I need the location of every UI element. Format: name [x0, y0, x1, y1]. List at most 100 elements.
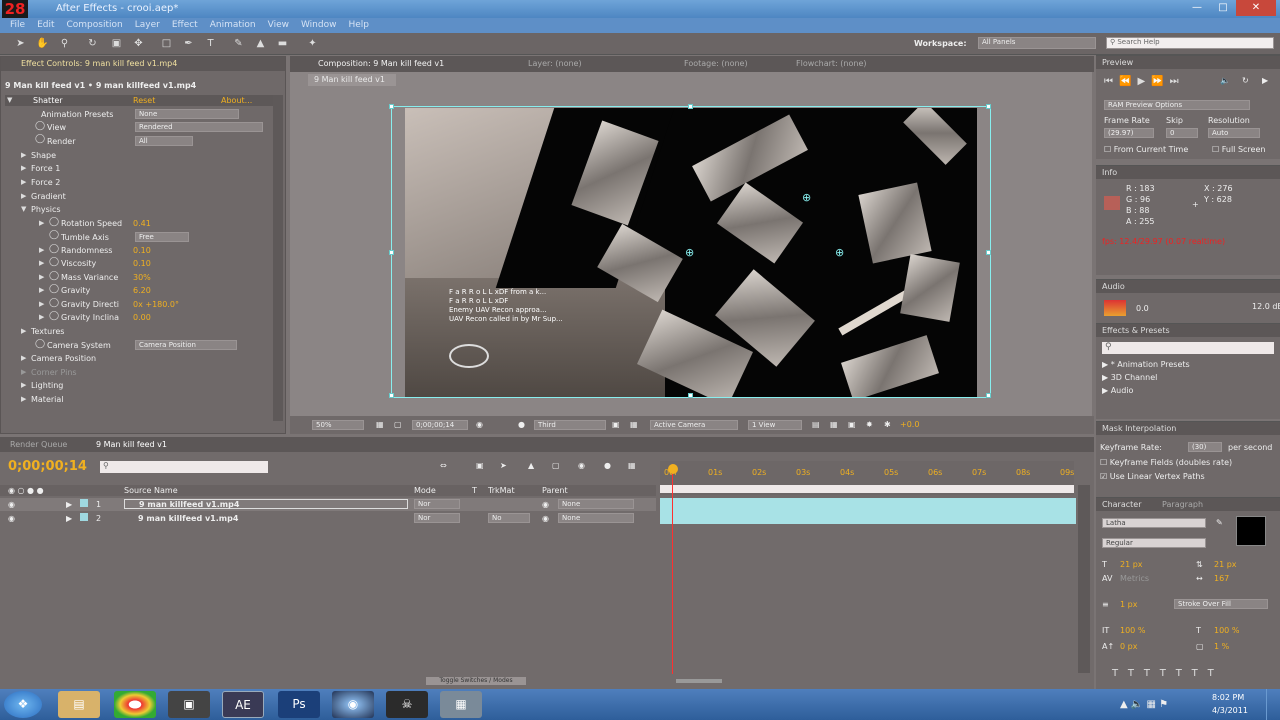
brainstorm-icon[interactable]: ●	[604, 461, 611, 470]
menu-file[interactable]: File	[4, 18, 31, 33]
effect-name[interactable]: Shatter	[33, 96, 63, 105]
close-button[interactable]: ✕	[1236, 0, 1276, 16]
stopwatch-icon[interactable]: ◯	[49, 230, 59, 240]
frame-blending-icon[interactable]: ▢	[552, 461, 560, 470]
search-help-input[interactable]: ⚲ Search Help	[1106, 37, 1274, 49]
leading-value[interactable]: 21 px	[1214, 560, 1237, 569]
group-gradient[interactable]: Gradient	[31, 192, 66, 201]
viscosity-value[interactable]: 0.10	[133, 259, 151, 268]
mass-variance-value[interactable]: 30%	[133, 273, 151, 282]
group-corner-pins[interactable]: Corner Pins	[31, 368, 77, 377]
playhead-handle[interactable]	[668, 464, 678, 474]
label-color-swatch[interactable]	[80, 499, 88, 507]
comp-mini-flowchart-icon[interactable]: ⇔	[440, 461, 447, 470]
parent-dropdown[interactable]: None	[558, 513, 634, 523]
tab-character[interactable]: Character	[1102, 500, 1142, 509]
stopwatch-icon[interactable]: ◯	[35, 134, 45, 144]
stopwatch-icon[interactable]: ◯	[49, 298, 59, 308]
game-icon[interactable]: ☠	[386, 691, 428, 718]
menu-edit[interactable]: Edit	[31, 18, 60, 33]
playhead[interactable]	[672, 464, 673, 674]
expand-icon[interactable]: ▶	[21, 354, 26, 362]
reset-exposure-icon[interactable]: ✱	[884, 420, 891, 429]
effects-search-input[interactable]: ⚲	[1102, 342, 1274, 354]
tray-date[interactable]: 4/3/2011	[1212, 706, 1248, 715]
tumble-axis-dropdown[interactable]: Free	[135, 232, 189, 242]
keyframe-fields-checkbox[interactable]: ☐ Keyframe Fields (doubles rate)	[1100, 458, 1232, 467]
ram-preview-icon[interactable]: ▶	[1262, 76, 1268, 85]
grid-icon[interactable]: ▦	[376, 420, 384, 429]
playback-controls[interactable]: ⏮⏪▶⏩⏭	[1104, 76, 1185, 87]
group-textures[interactable]: Textures	[31, 327, 64, 336]
transform-handle[interactable]	[688, 393, 693, 398]
randomness-value[interactable]: 0.10	[133, 246, 151, 255]
expand-icon[interactable]: ▶	[21, 178, 26, 186]
linear-vertex-checkbox[interactable]: ☑ Use Linear Vertex Paths	[1100, 472, 1205, 481]
menu-layer[interactable]: Layer	[129, 18, 166, 33]
tracking-value[interactable]: 167	[1214, 574, 1229, 583]
col-mode[interactable]: Mode	[414, 486, 436, 495]
group-force-1[interactable]: Force 1	[31, 164, 60, 173]
expand-icon[interactable]: ▶	[39, 246, 44, 254]
tray-time[interactable]: 8:02 PM	[1212, 693, 1244, 702]
font-size-value[interactable]: 21 px	[1120, 560, 1143, 569]
render-dropdown[interactable]: All	[135, 136, 193, 146]
tsume-value[interactable]: 1 %	[1214, 642, 1229, 651]
anchor-point-icon[interactable]: ⊕	[685, 246, 694, 259]
visibility-icon[interactable]: ◉	[8, 514, 15, 523]
maximize-button[interactable]: □	[1210, 0, 1236, 16]
col-parent[interactable]: Parent	[542, 486, 568, 495]
brush-tool-icon[interactable]: ✎	[232, 37, 245, 50]
stopwatch-icon[interactable]: ◯	[49, 257, 59, 267]
pan-behind-tool-icon[interactable]: ✥	[132, 37, 145, 50]
transform-handle[interactable]	[986, 393, 991, 398]
transform-handle[interactable]	[986, 250, 991, 255]
expand-icon[interactable]: ▶	[39, 300, 44, 308]
gravity-inclination-value[interactable]: 0.00	[133, 313, 151, 322]
transform-handle[interactable]	[389, 250, 394, 255]
pickwhip-icon[interactable]: ◉	[542, 500, 549, 509]
views-dropdown[interactable]: 1 View	[748, 420, 802, 430]
stopwatch-icon[interactable]: ◯	[49, 217, 59, 227]
gravity-value[interactable]: 6.20	[133, 286, 151, 295]
expand-icon[interactable]: ▶	[39, 219, 44, 227]
live-update-icon[interactable]: ▣	[476, 461, 484, 470]
menu-animation[interactable]: Animation	[204, 18, 262, 33]
label-color-swatch[interactable]	[80, 513, 88, 521]
layer-bounding-box[interactable]: ⊕ ⊕ ⊕	[389, 104, 991, 398]
about-link[interactable]: About...	[221, 96, 252, 105]
rotation-speed-value[interactable]: 0.41	[133, 219, 151, 228]
font-style-dropdown[interactable]: Regular	[1102, 538, 1206, 548]
graph-editor-icon[interactable]: ▦	[628, 461, 636, 470]
stopwatch-icon[interactable]: ◯	[35, 121, 45, 131]
group-physics[interactable]: Physics	[31, 205, 61, 214]
transparency-grid-icon[interactable]: ▦	[630, 420, 638, 429]
motion-blur-icon[interactable]: ◉	[578, 461, 585, 470]
show-desktop-button[interactable]	[1266, 689, 1280, 720]
animation-presets-dropdown[interactable]: None	[135, 109, 239, 119]
stopwatch-icon[interactable]: ◯	[49, 311, 59, 321]
reset-link[interactable]: Reset	[133, 96, 155, 105]
transform-handle[interactable]	[389, 104, 394, 109]
fast-previews-icon[interactable]: ▦	[830, 420, 838, 429]
transform-handle[interactable]	[389, 393, 394, 398]
gravity-direction-value[interactable]: 0x +180.0°	[133, 300, 179, 309]
tab-flowchart[interactable]: Flowchart: (none)	[796, 59, 867, 68]
hand-tool-icon[interactable]: ✋	[36, 37, 49, 50]
expand-icon[interactable]: ▶	[39, 273, 44, 281]
menu-help[interactable]: Help	[342, 18, 375, 33]
tab-render-queue[interactable]: Render Queue	[10, 440, 67, 449]
col-source-name[interactable]: Source Name	[124, 486, 178, 495]
audio-toggle-icon[interactable]: 🔈	[1220, 76, 1230, 85]
preview-options-dropdown[interactable]: RAM Preview Options	[1104, 100, 1250, 110]
group-force-2[interactable]: Force 2	[31, 178, 60, 187]
tab-timeline-comp[interactable]: 9 Man kill feed v1	[96, 440, 167, 449]
eyedropper-icon[interactable]: ✎	[1216, 518, 1223, 527]
photoshop-icon[interactable]: Ps	[278, 691, 320, 718]
trkmat-dropdown[interactable]: No	[488, 513, 530, 523]
draft-3d-icon[interactable]: ➤	[500, 461, 507, 470]
timeline-current-time[interactable]: 0;00;00;14	[8, 459, 87, 474]
toggle-pixel-icon[interactable]: ▤	[812, 420, 820, 429]
crosshair-icon[interactable]: ⊕	[835, 246, 844, 259]
baseline-shift-value[interactable]: 0 px	[1120, 642, 1137, 651]
